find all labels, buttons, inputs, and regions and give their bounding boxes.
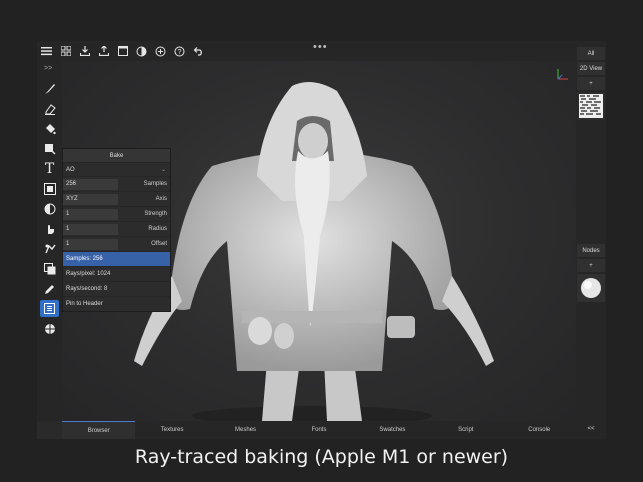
bottom-tab-bar: Browser Textures Meshes Fonts Swatches S… bbox=[62, 421, 576, 439]
tab-meshes[interactable]: Meshes bbox=[209, 421, 282, 439]
offset-label: Offset bbox=[151, 241, 167, 247]
stamp-icon[interactable] bbox=[40, 140, 59, 157]
samples-label: Samples bbox=[143, 181, 167, 187]
param-row-axis[interactable]: XYZ Axis bbox=[63, 191, 170, 206]
eyedropper-icon[interactable] bbox=[40, 280, 59, 297]
transform-icon[interactable] bbox=[40, 180, 59, 197]
eraser-icon[interactable] bbox=[40, 100, 59, 117]
add-texture-button[interactable]: + bbox=[577, 77, 605, 90]
tab-swatches[interactable]: Swatches bbox=[356, 421, 429, 439]
sphere-icon[interactable] bbox=[40, 320, 59, 337]
tab-console[interactable]: Console bbox=[503, 421, 576, 439]
radius-field[interactable]: 1 bbox=[63, 223, 118, 235]
caption-text: Ray-traced baking (Apple M1 or newer) bbox=[134, 446, 509, 468]
strength-label: Strength bbox=[144, 211, 167, 217]
param-row-samples[interactable]: 256 Samples bbox=[63, 176, 170, 191]
import-icon[interactable] bbox=[75, 42, 94, 61]
undo-icon[interactable] bbox=[189, 42, 208, 61]
material-sphere-thumbnail[interactable] bbox=[577, 274, 605, 302]
offset-field[interactable]: 1 bbox=[63, 238, 118, 250]
grid-icon[interactable] bbox=[56, 42, 75, 61]
chevron-down-icon: ⌄ bbox=[160, 167, 166, 173]
bake-panel: Bake AO ⌄ 256 Samples XYZ Axis 1 Strengt… bbox=[62, 148, 171, 312]
fill-icon[interactable] bbox=[40, 120, 59, 137]
add-icon[interactable] bbox=[151, 42, 170, 61]
export-icon[interactable] bbox=[94, 42, 113, 61]
param-row-radius[interactable]: 1 Radius bbox=[63, 221, 170, 236]
axis-gizmo[interactable] bbox=[556, 67, 570, 86]
bake-icon[interactable] bbox=[40, 300, 59, 317]
filter-all-button[interactable]: All bbox=[577, 47, 605, 60]
axis-label: Axis bbox=[155, 196, 167, 202]
radius-label: Radius bbox=[148, 226, 167, 232]
tab-fonts[interactable]: Fonts bbox=[282, 421, 355, 439]
add-node-button[interactable]: + bbox=[577, 259, 605, 272]
bake-title[interactable]: Bake bbox=[63, 149, 170, 162]
text-icon[interactable]: T bbox=[40, 160, 59, 177]
help-icon[interactable]: ? bbox=[170, 42, 189, 61]
more-menu-button[interactable]: ••• bbox=[313, 41, 328, 57]
tool-sidebar: >> T bbox=[37, 61, 62, 421]
app-window: ? ••• >> T Bake AO ⌄ 256 Samples XYZ Axi… bbox=[37, 41, 606, 439]
tab-script[interactable]: Script bbox=[429, 421, 502, 439]
material-icon[interactable] bbox=[132, 42, 151, 61]
stat-rays-per-second: Rays/second: 8 bbox=[63, 281, 170, 296]
collapse-panel-button[interactable]: << bbox=[577, 422, 605, 435]
bake-mode-value: AO bbox=[66, 166, 75, 173]
bake-mode-select[interactable]: AO ⌄ bbox=[63, 162, 170, 176]
strength-field[interactable]: 1 bbox=[63, 208, 118, 220]
collapse-tools-button[interactable]: >> bbox=[44, 65, 52, 72]
axis-field[interactable]: XYZ bbox=[63, 193, 118, 205]
view-2d-button[interactable]: 2D View bbox=[577, 62, 605, 75]
brush-icon[interactable] bbox=[40, 80, 59, 97]
stat-samples[interactable]: Samples: 256 bbox=[63, 251, 170, 266]
clone-icon[interactable] bbox=[40, 240, 59, 257]
window-icon[interactable] bbox=[113, 42, 132, 61]
layers-icon[interactable] bbox=[40, 260, 59, 277]
nodes-button[interactable]: Nodes bbox=[577, 244, 605, 257]
menu-icon[interactable] bbox=[37, 42, 56, 61]
hand-icon[interactable] bbox=[40, 220, 59, 237]
top-toolbar: ? ••• bbox=[37, 41, 576, 61]
svg-text:?: ? bbox=[178, 49, 182, 56]
right-panel: All 2D View + Nodes + << bbox=[576, 41, 606, 439]
samples-field[interactable]: 256 bbox=[63, 178, 118, 190]
tab-textures[interactable]: Textures bbox=[135, 421, 208, 439]
mask-icon[interactable] bbox=[40, 200, 59, 217]
param-row-offset[interactable]: 1 Offset bbox=[63, 236, 170, 251]
param-row-strength[interactable]: 1 Strength bbox=[63, 206, 170, 221]
stat-rays-per-pixel: Rays/pixel: 1024 bbox=[63, 266, 170, 281]
texture-thumbnail[interactable] bbox=[577, 92, 605, 120]
pin-to-header-button[interactable]: Pin to Header bbox=[63, 296, 170, 311]
tab-browser[interactable]: Browser bbox=[62, 421, 136, 439]
